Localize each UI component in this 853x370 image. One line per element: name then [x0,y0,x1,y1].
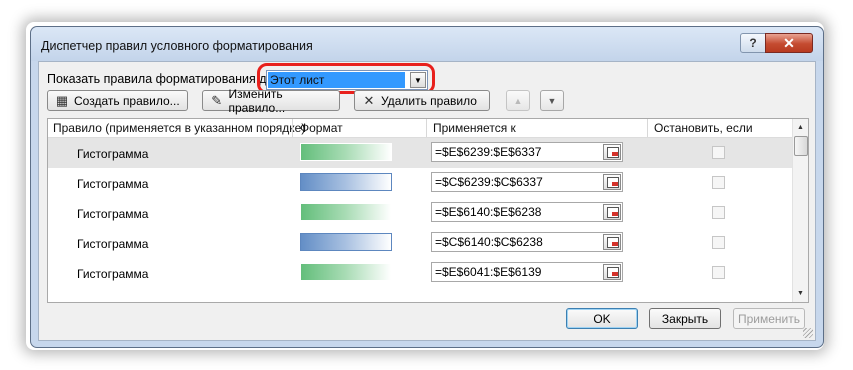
rule-name: Гистограмма [77,237,149,251]
table-row[interactable]: Гистограмма =$E$6239:$E$6337 [48,138,792,168]
help-button[interactable]: ? [740,33,766,53]
applies-to-field[interactable]: =$E$6041:$E$6139 [431,262,623,282]
stop-if-true-checkbox[interactable] [712,266,725,279]
new-rule-label: Создать правило... [74,93,180,108]
resize-grip-icon[interactable] [803,328,813,338]
range-picker-icon[interactable] [603,234,621,250]
stop-if-true-checkbox[interactable] [712,176,725,189]
rule-name: Гистограмма [77,177,149,191]
format-preview-data-bar [300,263,392,281]
move-down-button[interactable]: ▼ [540,90,564,111]
dialog-body: Показать правила форматирования для: Это… [38,61,816,341]
column-header-applies-to: Применяется к [433,121,516,135]
format-preview-data-bar [300,173,392,191]
scroll-thumb[interactable] [794,136,808,156]
vertical-scrollbar[interactable]: ▲ ▼ [792,119,808,302]
column-header-format: Формат [300,121,343,135]
conditional-formatting-dialog: Диспетчер правил условного форматировани… [30,26,824,348]
close-window-button[interactable]: ✕ [765,33,813,53]
title-bar: Диспетчер правил условного форматировани… [31,27,823,61]
table-header: Правило (применяется в указанном порядке… [48,119,792,149]
range-picker-icon[interactable] [603,174,621,190]
applies-to-field[interactable]: =$C$6239:$C$6337 [431,172,623,192]
format-preview-data-bar [300,233,392,251]
applies-to-value: =$E$6239:$E$6337 [435,145,542,159]
delete-icon: ✕ [363,92,375,108]
format-preview-data-bar [300,143,392,161]
apply-button[interactable]: Применить [733,308,805,329]
column-divider[interactable] [426,119,427,137]
format-preview-data-bar [300,203,392,221]
scroll-up-icon[interactable]: ▲ [793,120,808,135]
dialog-title: Диспетчер правил условного форматировани… [41,39,313,53]
rule-name: Гистограмма [77,147,149,161]
stop-if-true-checkbox[interactable] [712,146,725,159]
column-header-rule: Правило (применяется в указанном порядке… [53,121,306,135]
applies-to-value: =$C$6239:$C$6337 [435,175,543,189]
close-button[interactable]: Закрыть [649,308,721,329]
scope-label: Показать правила форматирования для: [47,72,285,86]
ok-button[interactable]: OK [566,308,638,329]
table-row[interactable]: Гистограмма =$E$6041:$E$6139 [48,258,792,288]
applies-to-field[interactable]: =$C$6140:$C$6238 [431,232,623,252]
applies-to-value: =$E$6140:$E$6238 [435,205,542,219]
rule-name: Гистограмма [77,207,149,221]
applies-to-field[interactable]: =$E$6239:$E$6337 [431,142,623,162]
table-row[interactable]: Гистограмма =$C$6140:$C$6238 [48,228,792,258]
table-row[interactable]: Гистограмма =$E$6140:$E$6238 [48,198,792,228]
range-picker-icon[interactable] [603,144,621,160]
edit-rule-label: Изменить правило... [228,86,286,115]
rules-list: Гистограмма =$E$6239:$E$6337 Гистограмма… [48,138,792,288]
delete-rule-button[interactable]: ✕ Удалить правило [354,90,490,111]
edit-rule-icon: ✎ [211,92,223,108]
column-divider[interactable] [647,119,648,137]
range-picker-icon[interactable] [603,204,621,220]
range-picker-icon[interactable] [603,264,621,280]
new-rule-button[interactable]: ▦ Создать правило... [47,90,188,111]
column-divider[interactable] [292,119,293,137]
scroll-down-icon[interactable]: ▼ [793,286,808,301]
rule-name: Гистограмма [77,267,149,281]
new-rule-icon: ▦ [55,92,69,108]
table-row[interactable]: Гистограмма =$C$6239:$C$6337 [48,168,792,198]
move-up-button[interactable]: ▲ [506,90,530,111]
applies-to-field[interactable]: =$E$6140:$E$6238 [431,202,623,222]
applies-to-value: =$C$6140:$C$6238 [435,235,543,249]
arrow-down-icon: ▼ [547,95,557,106]
rules-table: Правило (применяется в указанном порядке… [47,118,809,303]
arrow-up-icon: ▲ [513,95,523,106]
applies-to-value: =$E$6041:$E$6139 [435,265,542,279]
edit-rule-button[interactable]: ✎ Изменить правило... [202,87,340,115]
stop-if-true-checkbox[interactable] [712,206,725,219]
delete-rule-label: Удалить правило [381,93,477,108]
stop-if-true-checkbox[interactable] [712,236,725,249]
